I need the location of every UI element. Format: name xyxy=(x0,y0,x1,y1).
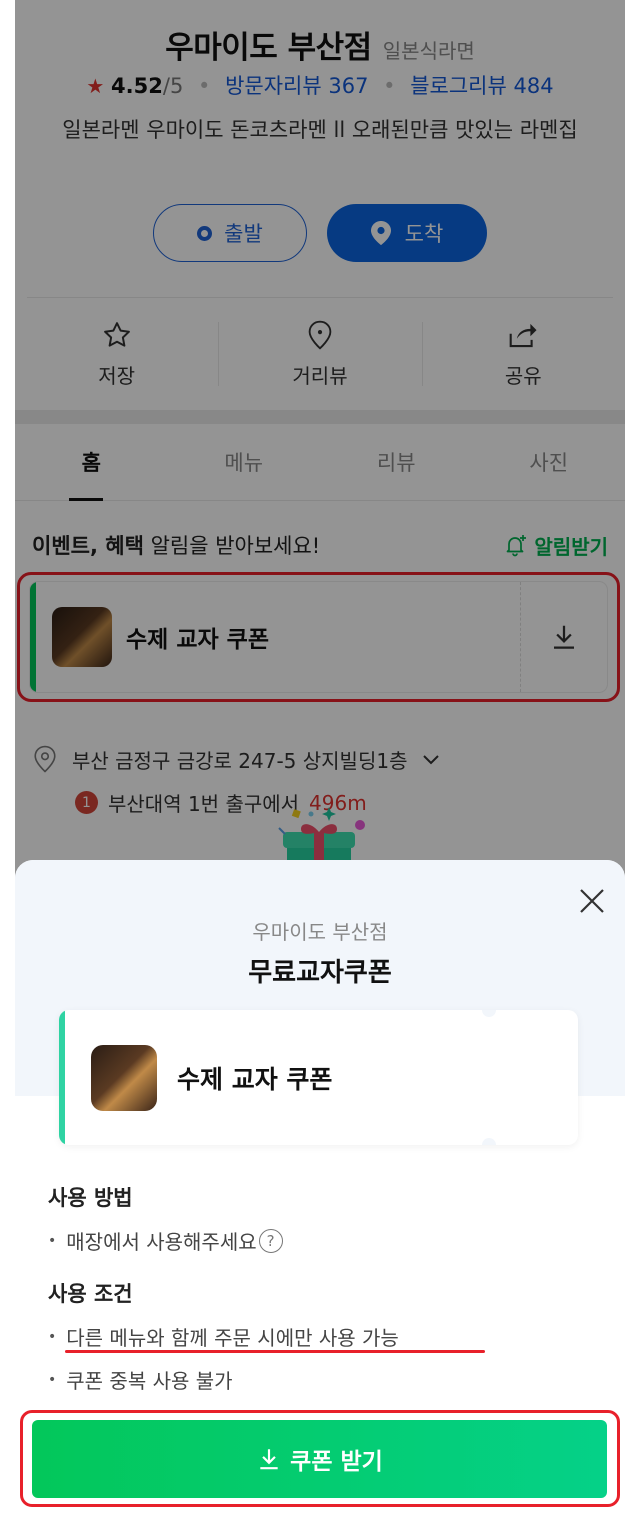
coupon-ticket: 수제 교자 쿠폰 xyxy=(59,1010,578,1145)
ticket-accent-bar xyxy=(59,1010,65,1145)
ticket-notch xyxy=(482,1010,496,1017)
ticket-coupon-name: 수제 교자 쿠폰 xyxy=(177,1064,333,1094)
condition-item: 쿠폰 중복 사용 불가 xyxy=(48,1365,608,1394)
condition-text: 쿠폰 중복 사용 불가 xyxy=(66,1369,233,1393)
help-icon[interactable]: ? xyxy=(258,1228,283,1253)
condition-section: 사용 조건 다른 메뉴와 함께 주문 시에만 사용 가능 쿠폰 중복 사용 불가 xyxy=(48,1278,608,1394)
condition-item: 다른 메뉴와 함께 주문 시에만 사용 가능 xyxy=(48,1322,608,1351)
usage-section: 사용 방법 매장에서 사용해주세요? xyxy=(48,1182,608,1255)
highlight-box-cta xyxy=(20,1410,620,1507)
sheet-store-name: 우마이도 부산점 xyxy=(252,920,388,944)
usage-item: 매장에서 사용해주세요? xyxy=(48,1226,608,1255)
condition-text: 다른 메뉴와 함께 주문 시에만 사용 가능 xyxy=(66,1326,399,1350)
highlight-underline xyxy=(65,1350,485,1353)
gyoza-thumbnail xyxy=(91,1044,157,1111)
coupon-bottom-sheet: 우마이도 부산점 무료교자쿠폰 수제 교자 쿠폰 사용 방법 매장에서 사용해주… xyxy=(15,860,625,1525)
usage-text: 매장에서 사용해주세요 xyxy=(66,1230,257,1254)
app-frame: 우마이도 부산점 일본식라면 ★ 4.52/5 • 방문자리뷰 367 • 블로… xyxy=(15,0,625,1525)
sheet-title: 무료교자쿠폰 xyxy=(248,958,392,988)
close-icon[interactable] xyxy=(577,886,607,916)
usage-heading: 사용 방법 xyxy=(48,1186,133,1210)
condition-heading: 사용 조건 xyxy=(48,1282,133,1306)
ticket-notch xyxy=(482,1138,496,1145)
